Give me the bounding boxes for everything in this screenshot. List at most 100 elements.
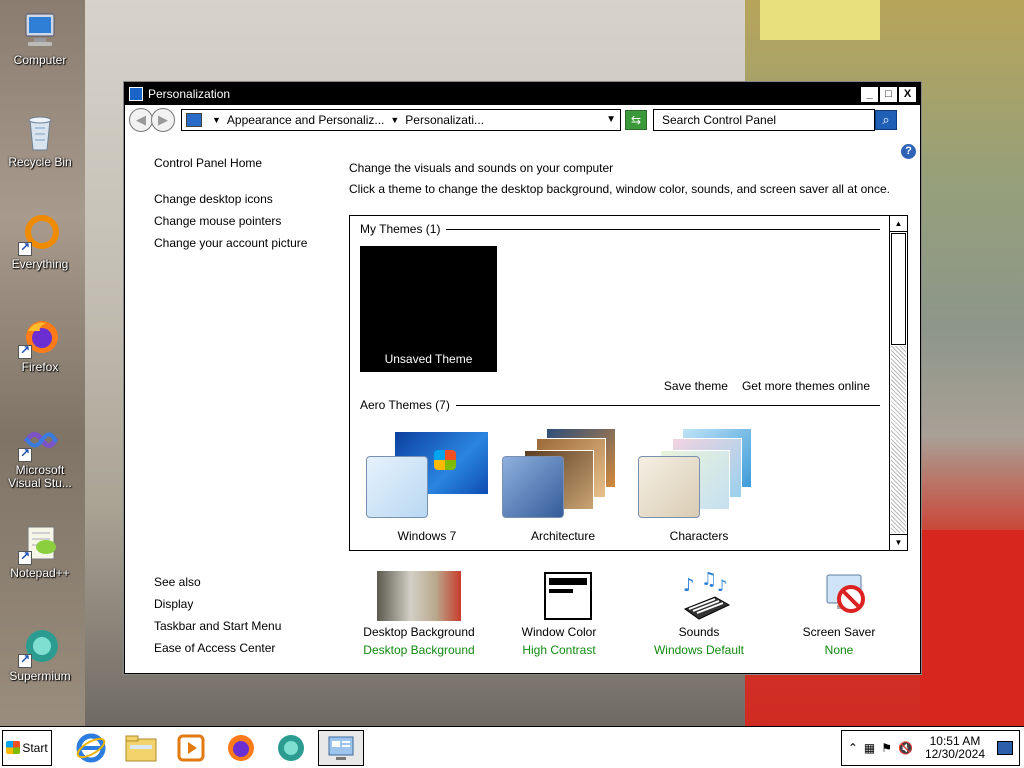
visual-studio-icon (18, 420, 60, 462)
breadcrumb-dropdown-icon[interactable]: ▼ (212, 115, 221, 125)
desktop-icon-supermium[interactable]: Supermium (0, 626, 80, 683)
control-panel-home-link[interactable]: Control Panel Home (154, 156, 307, 170)
save-theme-link[interactable]: Save theme (664, 379, 728, 393)
theme-preview (498, 428, 628, 523)
change-desktop-icons-link[interactable]: Change desktop icons (154, 192, 307, 206)
theme-preview (362, 428, 492, 523)
divider (446, 228, 880, 230)
change-account-picture-link[interactable]: Change your account picture (154, 236, 307, 250)
control-panel-icon (129, 87, 143, 101)
breadcrumb-dropdown-icon[interactable]: ▼ (390, 115, 399, 125)
taskbar-control-panel[interactable] (318, 729, 364, 766)
theme-architecture[interactable]: Architecture (498, 428, 628, 543)
windows-logo-icon (434, 450, 456, 470)
everything-icon (18, 214, 60, 256)
taskbar-supermium[interactable] (268, 730, 314, 766)
divider (455, 404, 880, 406)
taskbar-file-explorer[interactable] (118, 730, 164, 766)
left-task-pane: Control Panel Home Change desktop icons … (154, 156, 307, 258)
network-icon[interactable]: ▦ (864, 741, 875, 755)
page-description: Click a theme to change the desktop back… (349, 182, 890, 196)
theme-label: Architecture (530, 529, 596, 543)
close-button[interactable]: X (899, 86, 916, 102)
notepadpp-icon (18, 523, 60, 565)
shortcut-arrow-icon (18, 652, 32, 668)
shortcut-arrow-icon (18, 549, 32, 565)
taskbar-firefox[interactable] (218, 730, 264, 766)
scroll-track[interactable] (891, 346, 906, 533)
my-themes-header: My Themes (1) (360, 222, 880, 236)
supermium-icon (278, 734, 304, 761)
wallpaper-sign (760, 0, 880, 40)
my-themes-title: My Themes (1) (360, 222, 441, 236)
setting-title: Sounds (678, 625, 720, 639)
theme-windows-7[interactable]: Windows 7 (362, 428, 492, 543)
theme-characters[interactable]: Characters (634, 428, 764, 543)
desktop-icon-notepadpp[interactable]: Notepad++ (0, 523, 80, 580)
setting-value: Windows Default (653, 643, 745, 657)
scroll-down-arrow-icon[interactable]: ▼ (890, 534, 907, 550)
start-button[interactable]: Start (2, 729, 52, 766)
desktop-icon-label: Microsoft Visual Stu... (8, 463, 72, 490)
scroll-up-arrow-icon[interactable]: ▲ (890, 216, 907, 232)
help-icon[interactable]: ? (901, 144, 916, 159)
address-dropdown-icon[interactable]: ▼ (606, 114, 616, 125)
desktop-icon-label: Firefox (21, 360, 59, 374)
aero-themes-header: Aero Themes (7) (360, 398, 880, 412)
setting-value: High Contrast (522, 643, 596, 657)
change-mouse-pointers-link[interactable]: Change mouse pointers (154, 214, 307, 228)
desktop-icon-label: Recycle Bin (8, 155, 72, 169)
minimize-button[interactable]: _ (861, 86, 878, 102)
action-center-flag-icon[interactable]: ⚑ (881, 741, 892, 755)
show-hidden-icons-icon[interactable]: ⌃ (848, 741, 858, 755)
shortcut-arrow-icon (18, 446, 32, 462)
refresh-button[interactable]: ⇆ (625, 109, 647, 130)
windows-logo-icon (6, 741, 21, 754)
theme-unsaved[interactable]: Unsaved Theme (360, 246, 497, 372)
volume-muted-icon[interactable]: 🔇 (898, 741, 913, 755)
get-more-themes-link[interactable]: Get more themes online (742, 379, 870, 393)
control-panel-icon (186, 112, 202, 127)
taskbar-start-menu-link[interactable]: Taskbar and Start Menu (154, 619, 281, 633)
breadcrumb-appearance[interactable]: Appearance and Personaliz... (227, 113, 384, 127)
personalization-window: Personalization _ □ X ◀ ▶ ▼ Appearance a… (124, 82, 921, 674)
setting-title: Screen Saver (802, 625, 876, 639)
theme-preview (634, 428, 764, 523)
desktop-icon-label: Everything (11, 257, 69, 271)
folder-icon (125, 735, 157, 761)
desktop-icon-visual-studio[interactable]: Microsoft Visual Stu... (0, 420, 80, 490)
desktop-icon-label: Notepad++ (10, 566, 70, 580)
title-bar[interactable]: Personalization _ □ X (125, 83, 920, 105)
address-bar[interactable]: ▼ Appearance and Personaliz... ▼ Persona… (181, 108, 621, 131)
scroll-thumb[interactable] (891, 233, 906, 345)
media-player-icon (177, 734, 205, 761)
forward-button[interactable]: ▶ (151, 107, 175, 132)
search-icon[interactable]: ⌕ (875, 109, 897, 130)
internet-explorer-icon (76, 733, 106, 762)
clock-date: 12/30/2024 (924, 746, 985, 761)
desktop-icon-label: Computer (13, 53, 67, 67)
theme-label: Windows 7 (397, 529, 457, 543)
screen-saver-setting[interactable]: Screen Saver None (769, 571, 909, 657)
desktop-icon-everything[interactable]: Everything (0, 214, 80, 271)
display-link[interactable]: Display (154, 597, 281, 611)
desktop-icon-firefox[interactable]: Firefox (0, 317, 80, 374)
taskbar-media-player[interactable] (168, 730, 214, 766)
desktop-background-setting[interactable]: Desktop Background Desktop Background (349, 571, 489, 657)
system-clock[interactable]: 10:51 AM 12/30/2024 (924, 734, 985, 761)
svg-text:♫: ♫ (701, 571, 717, 590)
maximize-button[interactable]: □ (880, 86, 897, 102)
ease-of-access-link[interactable]: Ease of Access Center (154, 641, 281, 655)
desktop-icon-computer[interactable]: Computer (0, 10, 80, 67)
desktop-icon-recycle-bin[interactable]: Recycle Bin (0, 112, 80, 169)
setting-title: Window Color (521, 625, 597, 639)
control-panel-icon (328, 736, 354, 760)
search-input[interactable]: Search Control Panel (653, 108, 875, 131)
window-color-setting[interactable]: Window Color High Contrast (489, 571, 629, 657)
sounds-setting[interactable]: ♪ ♫ ♪ Sounds Windows Default (629, 569, 769, 657)
show-desktop-button[interactable] (997, 740, 1013, 755)
taskbar-internet-explorer[interactable] (68, 730, 114, 766)
breadcrumb-personalization[interactable]: Personalizati... (405, 113, 484, 127)
back-button[interactable]: ◀ (129, 107, 153, 132)
gallery-scrollbar[interactable]: ▲ ▼ (889, 216, 907, 550)
